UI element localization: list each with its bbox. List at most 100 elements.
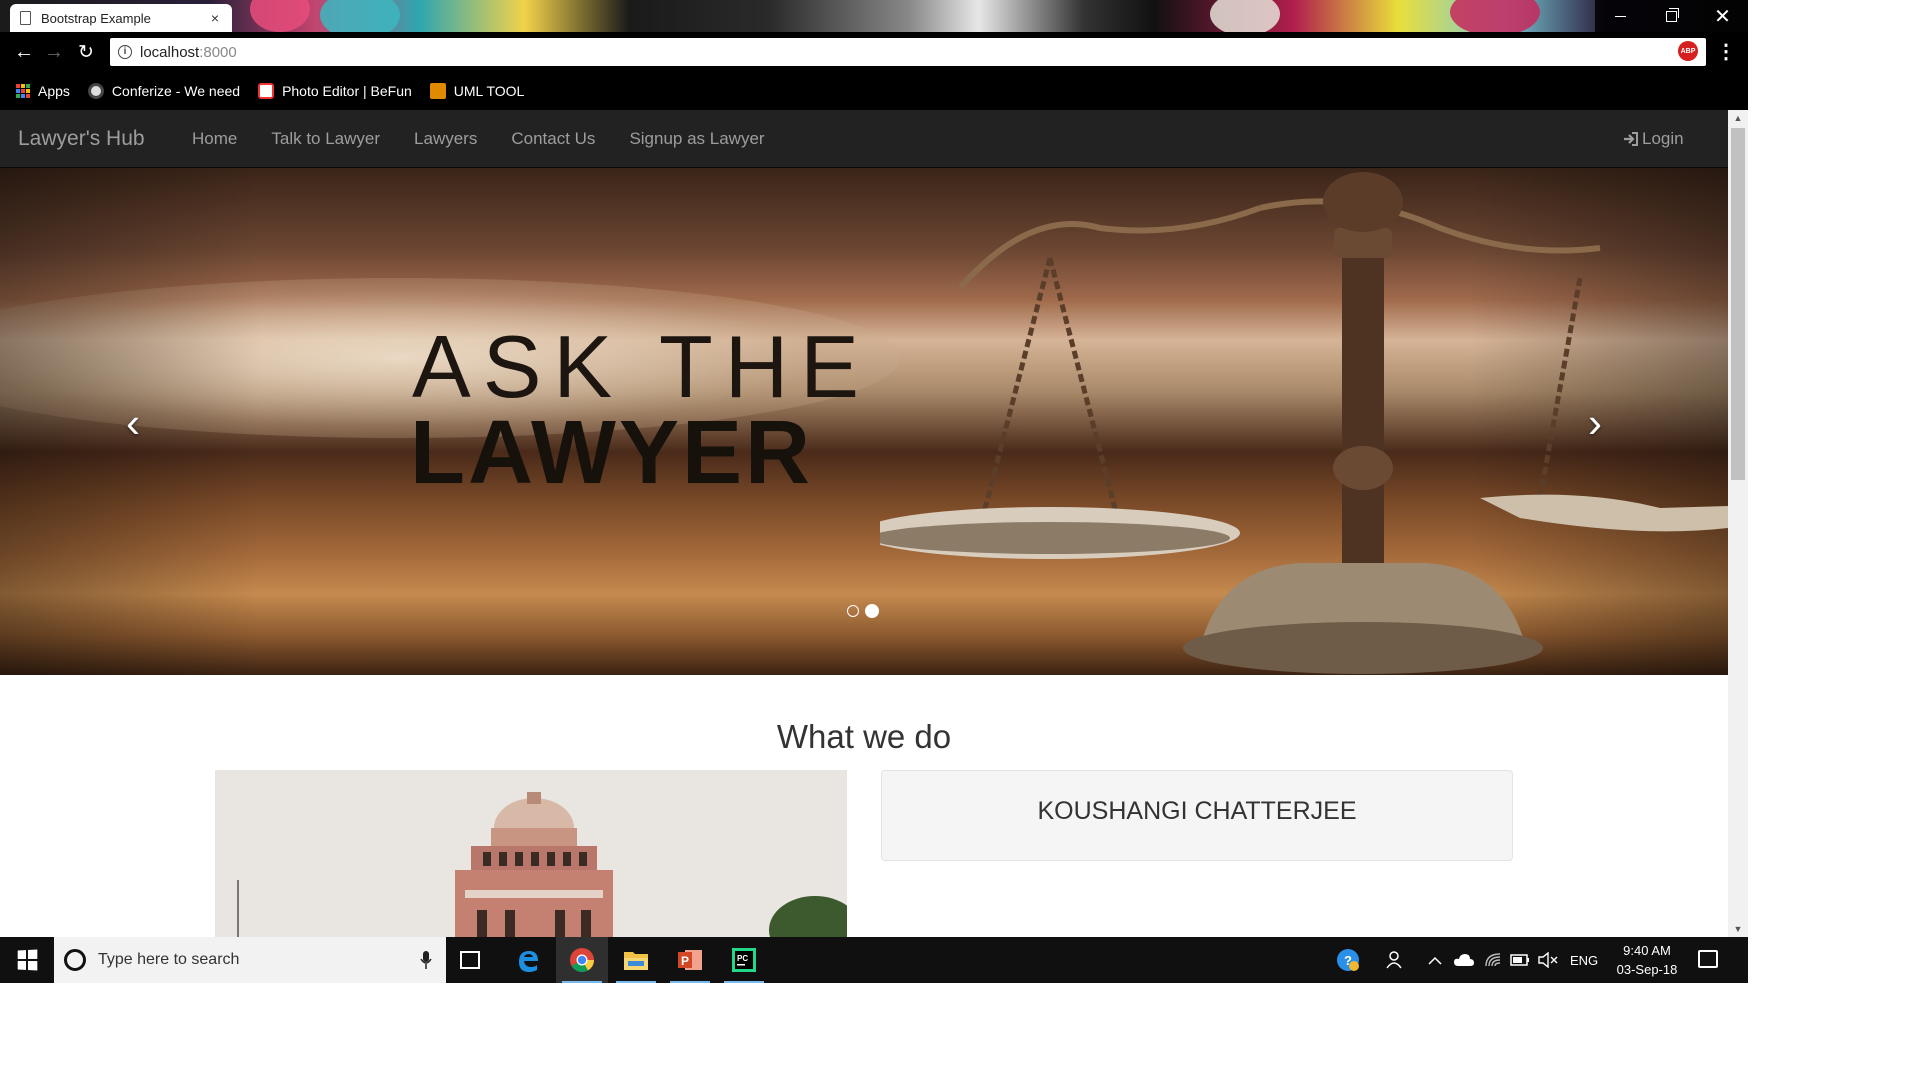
bookmark-label: Photo Editor | BeFun xyxy=(282,83,412,99)
browser-title-bar: Bootstrap Example × ✕ xyxy=(0,0,1748,32)
show-hidden-icons-button[interactable] xyxy=(1428,937,1442,983)
carousel-indicators xyxy=(847,604,885,618)
task-view-button[interactable] xyxy=(444,937,496,983)
bookmark-label: UML TOOL xyxy=(453,83,525,99)
taskbar-search[interactable]: Type here to search xyxy=(54,937,446,983)
chrome-icon xyxy=(570,948,594,973)
forward-button[interactable]: → xyxy=(40,38,68,66)
browser-tab[interactable]: Bootstrap Example × xyxy=(10,4,232,32)
bookmark-label: Conferize - We need xyxy=(111,83,241,99)
battery-icon xyxy=(1510,954,1529,966)
restore-icon xyxy=(1666,7,1679,22)
login-label: Login xyxy=(1642,129,1684,148)
section-heading: What we do xyxy=(776,718,952,755)
browser-toolbar: ← → ↻ i localhost :8000 ☆ ABP ⋮ xyxy=(0,32,1748,72)
hero-heading-line-2: LAWYER xyxy=(410,403,814,503)
help-tray-icon[interactable]: ? xyxy=(1336,937,1360,983)
tab-title: Bootstrap Example xyxy=(41,10,151,26)
people-tray-icon[interactable] xyxy=(1386,937,1406,983)
browser-menu-icon[interactable]: ⋮ xyxy=(1716,38,1736,66)
screen: Bootstrap Example × ✕ ← → ↻ i localhost … xyxy=(0,0,1920,1080)
edge-taskbar-button[interactable] xyxy=(502,937,554,983)
photo-editor-icon xyxy=(258,83,275,99)
people-icon xyxy=(1386,951,1402,969)
close-window-button[interactable]: ✕ xyxy=(1697,0,1748,32)
edge-icon xyxy=(519,951,538,972)
bookmark-uml-tool[interactable]: UML TOOL xyxy=(429,83,525,99)
carousel-indicator[interactable] xyxy=(847,605,859,617)
site-brand[interactable]: Lawyer's Hub xyxy=(18,127,145,151)
nav-link-home[interactable]: Home xyxy=(175,110,254,168)
muted-speaker-icon xyxy=(1538,952,1558,968)
active-app-indicator xyxy=(562,981,602,983)
login-icon xyxy=(1624,132,1638,146)
minimize-button[interactable] xyxy=(1595,0,1646,32)
file-explorer-taskbar-button[interactable] xyxy=(610,937,662,983)
language-indicator[interactable]: ENG xyxy=(1570,937,1598,983)
onedrive-tray-icon[interactable] xyxy=(1454,937,1474,983)
bookmark-label: Apps xyxy=(38,83,70,99)
scroll-down-arrow-icon[interactable]: ▼ xyxy=(1728,921,1748,937)
volume-tray-icon[interactable] xyxy=(1538,937,1558,983)
site-navbar: Lawyer's Hub Home Talk to Lawyer Lawyers… xyxy=(0,110,1728,168)
nav-link-contact-us[interactable]: Contact Us xyxy=(494,110,612,168)
windows-logo-icon xyxy=(17,949,38,971)
powerpoint-taskbar-button[interactable]: P xyxy=(664,937,716,983)
carousel-next-button[interactable]: › xyxy=(1570,398,1620,448)
url-port: :8000 xyxy=(199,43,237,61)
apps-grid-icon xyxy=(16,84,30,98)
conferize-icon xyxy=(87,83,104,99)
lawyer-card: KOUSHANGI CHATTERJEE xyxy=(881,770,1513,861)
scrollbar-thumb[interactable] xyxy=(1731,128,1745,480)
pycharm-letters: PC xyxy=(737,954,748,963)
hero-carousel: ASK THE LAWYER ‹ › xyxy=(0,168,1728,675)
clock-time: 9:40 AM xyxy=(1623,943,1671,958)
nav-link-signup-lawyer[interactable]: Signup as Lawyer xyxy=(612,110,781,168)
pycharm-taskbar-button[interactable]: PC xyxy=(718,937,770,983)
theme-decoration xyxy=(320,0,400,32)
lawyer-name: KOUSHANGI CHATTERJEE xyxy=(1037,797,1357,825)
scroll-up-arrow-icon[interactable]: ▲ xyxy=(1728,110,1748,126)
battery-tray-icon[interactable] xyxy=(1510,937,1530,983)
nav-link-talk-to-lawyer[interactable]: Talk to Lawyer xyxy=(254,110,397,168)
search-placeholder: Type here to search xyxy=(98,951,240,968)
adblock-plus-icon[interactable]: ABP xyxy=(1678,41,1698,61)
pycharm-icon: PC xyxy=(732,948,756,972)
file-explorer-icon xyxy=(624,952,648,970)
nav-link-lawyers[interactable]: Lawyers xyxy=(397,110,494,168)
theme-decoration xyxy=(250,0,310,32)
uml-tool-icon xyxy=(429,83,446,99)
site-info-icon[interactable]: i xyxy=(118,45,132,59)
open-app-indicator xyxy=(724,981,764,983)
page-scrollbar[interactable]: ▲ ▼ xyxy=(1728,110,1748,937)
bookmark-conferize[interactable]: Conferize - We need xyxy=(87,83,241,99)
task-view-icon xyxy=(460,951,480,969)
clock-date: 03-Sep-18 xyxy=(1616,962,1678,977)
carousel-prev-button[interactable]: ‹ xyxy=(108,398,158,448)
microphone-icon[interactable] xyxy=(420,951,432,969)
chrome-taskbar-button[interactable] xyxy=(556,937,608,983)
minimize-icon xyxy=(1615,15,1626,17)
cloud-icon xyxy=(1454,954,1474,966)
theme-decoration xyxy=(1210,0,1280,32)
theme-decoration xyxy=(1450,0,1540,32)
carousel-indicator-active[interactable] xyxy=(865,604,879,618)
powerpoint-letter: P xyxy=(681,954,689,968)
help-icon: ? xyxy=(1337,949,1359,971)
bookmark-photo-editor[interactable]: Photo Editor | BeFun xyxy=(258,83,412,99)
back-button[interactable]: ← xyxy=(10,38,38,66)
bookmarks-bar: Apps Conferize - We need Photo Editor | … xyxy=(0,72,1748,110)
action-center-icon[interactable] xyxy=(1698,950,1718,968)
open-app-indicator xyxy=(616,981,656,983)
address-bar[interactable]: i localhost :8000 ☆ xyxy=(110,38,1706,66)
tab-close-icon[interactable]: × xyxy=(208,10,222,26)
web-page: Lawyer's Hub Home Talk to Lawyer Lawyers… xyxy=(0,110,1728,937)
restore-button[interactable] xyxy=(1646,0,1697,32)
start-button[interactable] xyxy=(0,937,54,983)
wifi-icon xyxy=(1485,953,1501,967)
login-link[interactable]: Login xyxy=(1622,110,1684,168)
reload-button[interactable]: ↻ xyxy=(72,38,100,66)
bookmark-apps[interactable]: Apps xyxy=(16,83,70,99)
system-clock[interactable]: 9:40 AM 03-Sep-18 xyxy=(1614,941,1680,979)
network-tray-icon[interactable] xyxy=(1484,937,1502,983)
